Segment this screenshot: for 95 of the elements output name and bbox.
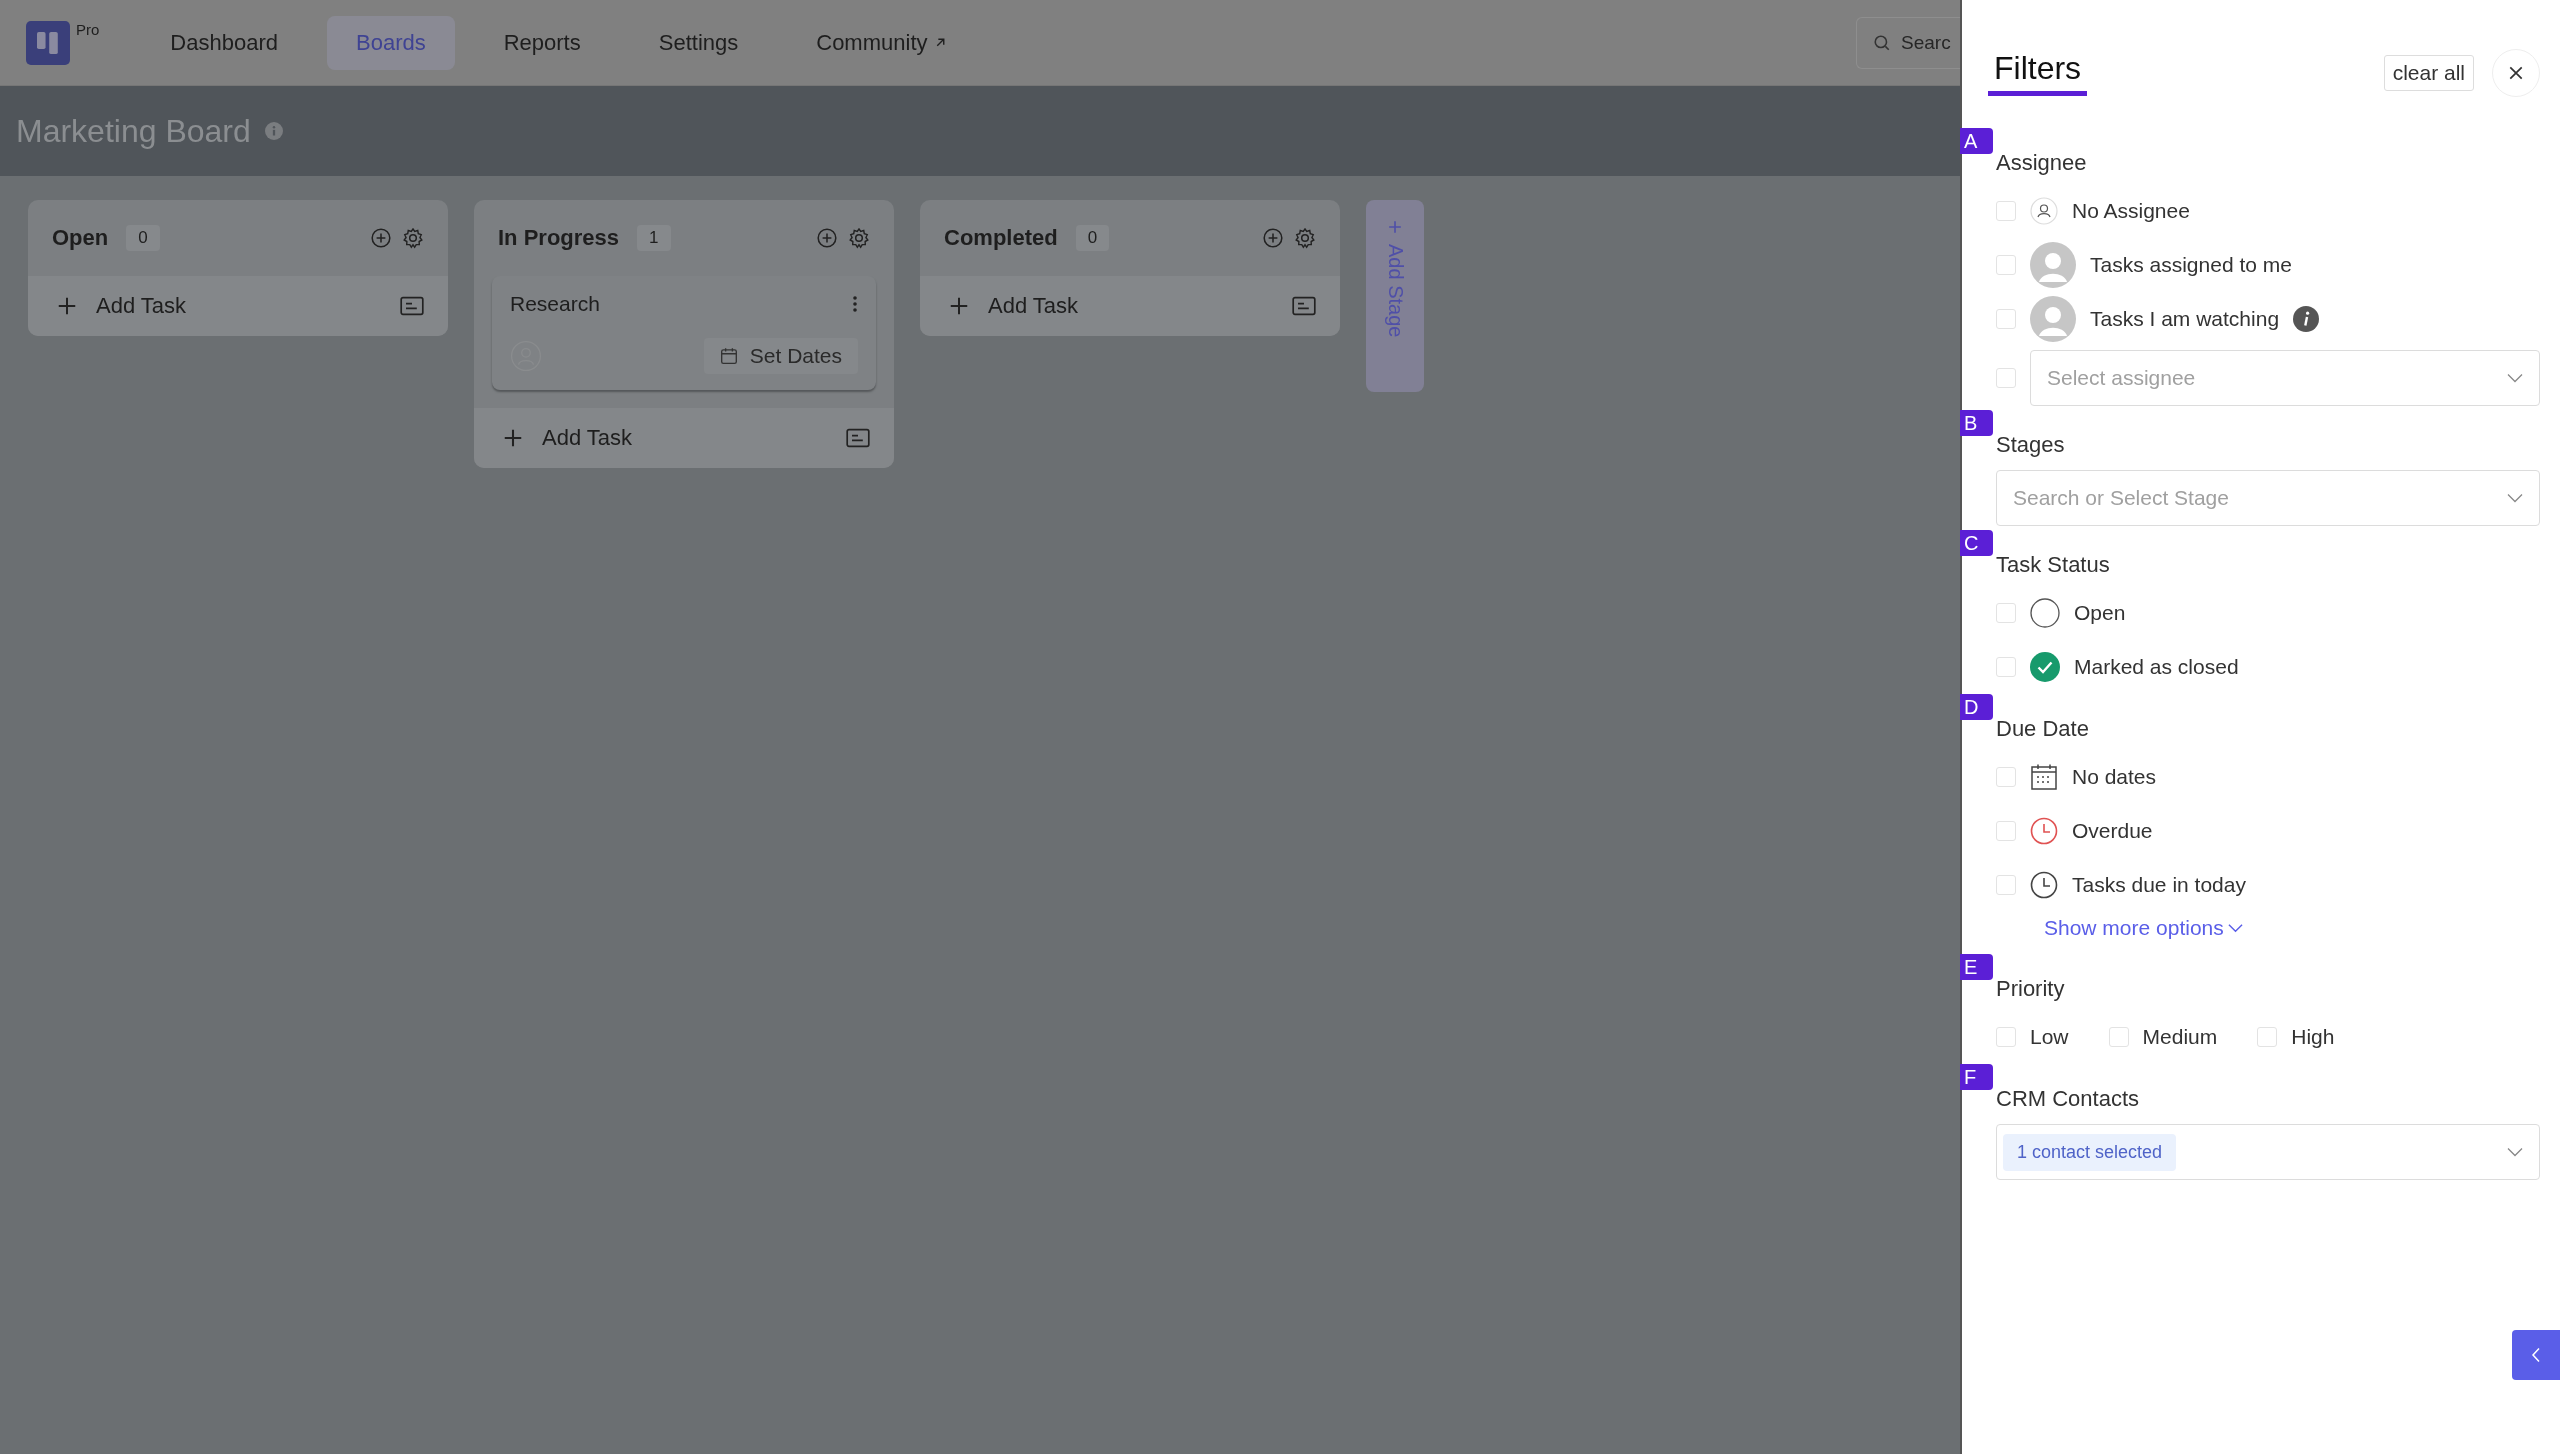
- checkbox[interactable]: [1996, 875, 2016, 895]
- user-icon: [2030, 197, 2058, 225]
- checkbox[interactable]: [1996, 1027, 2016, 1047]
- checkbox[interactable]: [2257, 1027, 2278, 1047]
- show-more-link[interactable]: Show more options: [2044, 916, 2243, 940]
- set-dates-button[interactable]: Set Dates: [703, 338, 858, 374]
- calendar-icon: [2030, 763, 2058, 791]
- clear-all-button[interactable]: clear all: [2383, 55, 2474, 91]
- card-icon[interactable]: [1292, 296, 1316, 316]
- chevron-down-icon: [2227, 923, 2243, 933]
- calendar-icon: [719, 347, 738, 365]
- selection-chip: 1 contact selected: [2003, 1133, 2177, 1171]
- section-badge: E: [1960, 954, 1993, 980]
- more-icon[interactable]: [852, 295, 858, 313]
- section-title: Task Status: [1996, 551, 2111, 578]
- section-badge: A: [1960, 128, 1993, 154]
- checkbox[interactable]: [1996, 603, 2016, 623]
- add-circle-icon[interactable]: [370, 227, 392, 249]
- checkbox[interactable]: [1996, 201, 2016, 221]
- card-icon[interactable]: [400, 296, 424, 316]
- checkbox[interactable]: [1996, 309, 2016, 329]
- stage-title: Completed: [944, 225, 1058, 251]
- section-badge: F: [1960, 1064, 1993, 1090]
- option-label: High: [2291, 1025, 2335, 1049]
- task-count: 1: [637, 225, 671, 251]
- plus-icon: [1388, 220, 1402, 234]
- stage-title: Open: [52, 225, 109, 251]
- checkbox[interactable]: [1996, 657, 2016, 677]
- dropdown-field[interactable]: 1 contact selected: [1996, 1124, 2540, 1180]
- clock-icon: [2030, 817, 2058, 845]
- nav-tab[interactable]: Boards: [327, 15, 455, 70]
- checkbox[interactable]: [1996, 767, 2016, 787]
- checkbox[interactable]: [1996, 255, 2016, 275]
- add-task-button[interactable]: Add Task: [28, 276, 448, 336]
- dropdown-field[interactable]: Search or Select Stage: [1996, 470, 2540, 526]
- add-circle-icon[interactable]: [816, 227, 838, 249]
- avatar-icon: [2030, 242, 2076, 288]
- plus-icon: [948, 295, 970, 317]
- nav-tab[interactable]: Dashboard: [141, 15, 307, 70]
- add-task-button[interactable]: Add Task: [474, 408, 894, 468]
- close-button[interactable]: [2492, 49, 2540, 97]
- section-title: Priority: [1996, 975, 2066, 1002]
- task-card[interactable]: Research Set Dates: [492, 276, 876, 390]
- option-label: Tasks I am watching: [2090, 307, 2280, 331]
- section-title: Stages: [1996, 431, 2066, 458]
- option-label: Open: [2074, 601, 2126, 625]
- plan-label: Pro: [76, 20, 100, 38]
- dropdown-field[interactable]: Select assignee: [2030, 350, 2540, 406]
- close-icon: [2508, 65, 2524, 81]
- task-count: 0: [126, 225, 160, 251]
- add-circle-icon[interactable]: [1262, 227, 1284, 249]
- avatar-icon: [2030, 296, 2076, 342]
- option-label: Tasks due in today: [2072, 873, 2246, 897]
- chevron-left-icon: [2531, 1347, 2541, 1363]
- option-label: Tasks assigned to me: [2090, 253, 2292, 277]
- task-title: Research: [510, 292, 600, 316]
- chevron-down-icon: [2507, 373, 2523, 383]
- add-task-button[interactable]: Add Task: [920, 276, 1340, 336]
- nav-tab[interactable]: Reports: [474, 15, 610, 70]
- collapse-button[interactable]: [2512, 1330, 2560, 1380]
- clock-icon: [2030, 871, 2058, 899]
- nav-tab[interactable]: Community: [787, 15, 976, 70]
- nav-tab[interactable]: Settings: [629, 15, 768, 70]
- panel-title: Filters: [1988, 50, 2088, 96]
- settings-icon[interactable]: [1294, 227, 1316, 249]
- section-title: CRM Contacts: [1996, 1085, 2141, 1112]
- option-label: Medium: [2142, 1025, 2218, 1049]
- check-circle-icon: [2030, 652, 2060, 682]
- section-title: Assignee: [1996, 149, 2088, 176]
- option-label: No dates: [2072, 765, 2157, 789]
- task-count: 0: [1075, 225, 1110, 251]
- circle-icon: [2030, 598, 2060, 628]
- option-label: Overdue: [2072, 819, 2153, 843]
- info-icon[interactable]: [2293, 306, 2320, 332]
- plus-icon: [502, 427, 524, 449]
- search-icon: [1873, 33, 1891, 52]
- section-badge: C: [1960, 530, 1993, 556]
- stage-title: In Progress: [498, 225, 620, 251]
- section-badge: B: [1960, 410, 1993, 436]
- board-title: Marketing Board: [16, 112, 251, 150]
- chevron-down-icon: [2507, 493, 2523, 503]
- plus-icon: [56, 295, 78, 317]
- option-label: Low: [2030, 1025, 2069, 1049]
- checkbox[interactable]: [1996, 821, 2016, 841]
- settings-icon[interactable]: [848, 227, 870, 249]
- section-title: Due Date: [1996, 715, 2090, 742]
- logo-icon[interactable]: [26, 20, 70, 65]
- card-icon[interactable]: [846, 428, 870, 448]
- checkbox[interactable]: [1996, 368, 2016, 388]
- settings-icon[interactable]: [402, 227, 424, 249]
- section-badge: D: [1960, 694, 1993, 720]
- chevron-down-icon: [2507, 1147, 2523, 1157]
- checkbox[interactable]: [2108, 1027, 2129, 1047]
- option-label: Marked as closed: [2074, 655, 2239, 679]
- option-label: No Assignee: [2072, 199, 2190, 223]
